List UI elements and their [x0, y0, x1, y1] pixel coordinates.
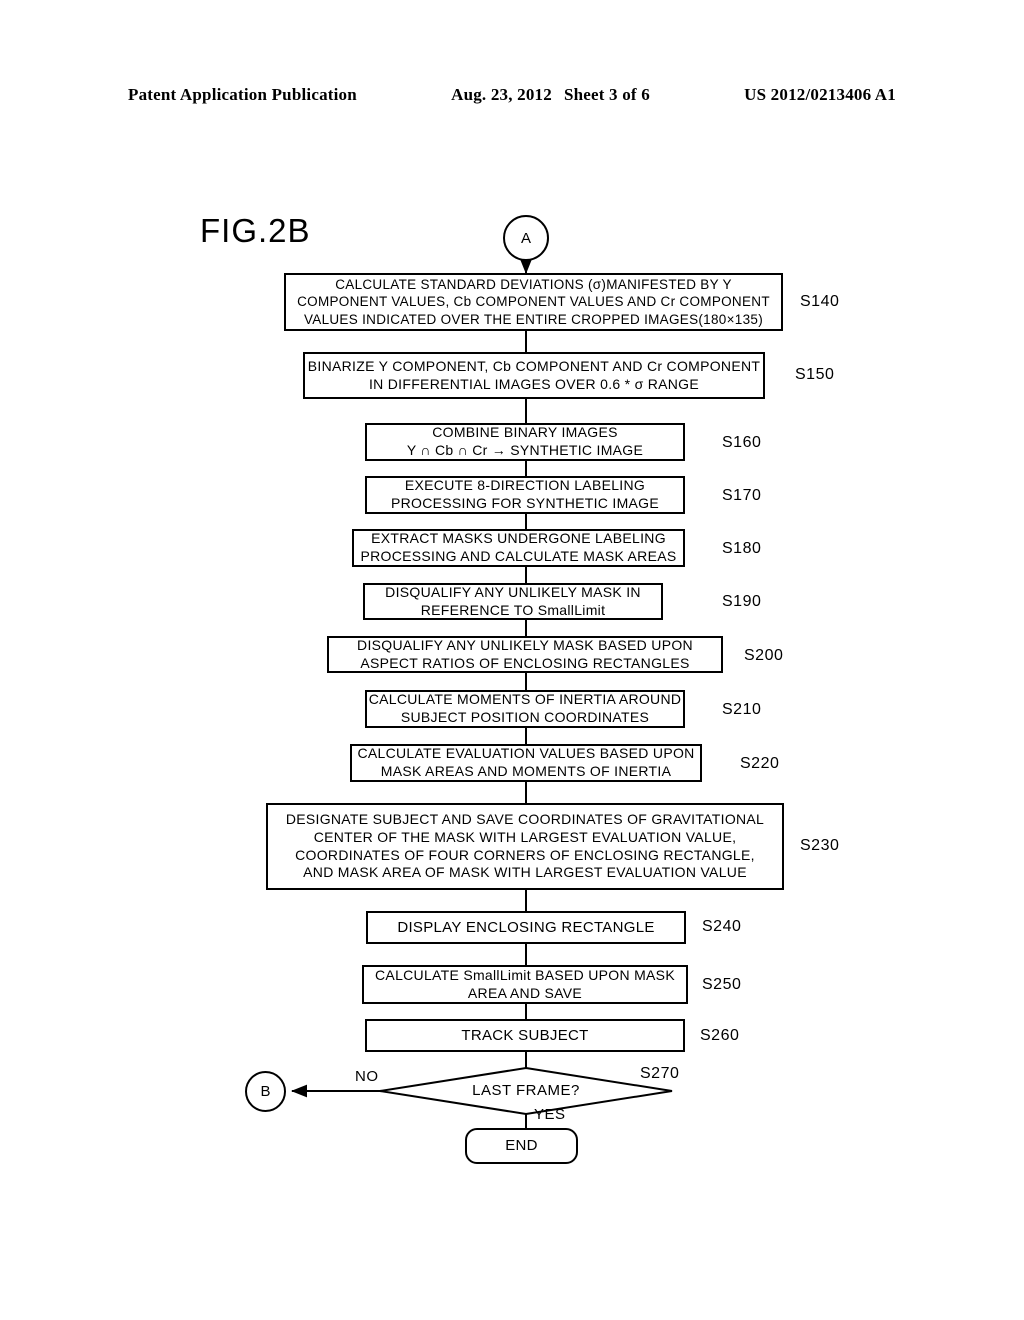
- step-label-s190-text: S190: [722, 593, 762, 610]
- process-box-s180-text: EXTRACT MASKS UNDERGONE LABELING PROCESS…: [360, 530, 677, 564]
- step-label-s190: S190: [722, 593, 761, 611]
- branch-yes-text: YES: [534, 1106, 566, 1123]
- step-label-s200-text: S200: [744, 647, 784, 664]
- step-label-s210: S210: [722, 701, 761, 719]
- process-box-s140-text: CALCULATE STANDARD DEVIATIONS (σ)MANIFES…: [297, 277, 770, 327]
- process-box-s140: CALCULATE STANDARD DEVIATIONS (σ)MANIFES…: [284, 273, 783, 331]
- publication-date: Aug. 23, 2012: [451, 85, 552, 104]
- step-label-s150: S150: [795, 366, 834, 384]
- decision-s270-label: LAST FRAME?: [466, 1082, 586, 1099]
- step-label-s170-text: S170: [722, 487, 762, 504]
- process-box-s210: CALCULATE MOMENTS OF INERTIA AROUND SUBJ…: [365, 690, 685, 728]
- patent-header: Patent Application Publication Aug. 23, …: [128, 85, 896, 105]
- process-box-s240: DISPLAY ENCLOSING RECTANGLE: [366, 911, 686, 944]
- decision-s270-text: LAST FRAME?: [472, 1082, 580, 1099]
- connector-circle-a: A: [503, 215, 549, 261]
- step-label-s230-text: S230: [800, 837, 840, 854]
- process-box-s240-text: DISPLAY ENCLOSING RECTANGLE: [397, 918, 655, 936]
- process-box-s230-text: DESIGNATE SUBJECT AND SAVE COORDINATES O…: [285, 810, 765, 881]
- step-label-s150-text: S150: [795, 366, 835, 383]
- process-box-s180: EXTRACT MASKS UNDERGONE LABELING PROCESS…: [352, 529, 685, 567]
- process-box-s150-text: BINARIZE Y COMPONENT, Cb COMPONENT AND C…: [307, 357, 761, 392]
- process-box-s250-text: CALCULATE SmallLimit BASED UPON MASK ARE…: [375, 966, 675, 1001]
- process-box-s220: CALCULATE EVALUATION VALUES BASED UPON M…: [350, 744, 702, 782]
- connector-b-label: B: [260, 1083, 271, 1100]
- terminator-end: END: [465, 1128, 578, 1164]
- connector-circle-b: B: [245, 1071, 286, 1112]
- process-box-s170: EXECUTE 8-DIRECTION LABELING PROCESSING …: [365, 476, 685, 514]
- process-box-s160-text: COMBINE BINARY IMAGES Y ∩ Cb ∩ Cr → SYNT…: [406, 424, 644, 458]
- publication-type: Patent Application Publication: [128, 85, 357, 104]
- step-label-s260: S260: [700, 1027, 739, 1045]
- process-box-s200: DISQUALIFY ANY UNLIKELY MASK BASED UPON …: [327, 636, 723, 673]
- step-label-s210-text: S210: [722, 701, 762, 718]
- step-label-s160: S160: [722, 434, 761, 452]
- process-box-s230: DESIGNATE SUBJECT AND SAVE COORDINATES O…: [266, 803, 784, 890]
- step-label-s200: S200: [744, 647, 783, 665]
- process-box-s210-text: CALCULATE MOMENTS OF INERTIA AROUND SUBJ…: [368, 691, 682, 725]
- process-box-s150: BINARIZE Y COMPONENT, Cb COMPONENT AND C…: [303, 352, 765, 399]
- step-label-s140-text: S140: [800, 293, 840, 310]
- process-box-s250: CALCULATE SmallLimit BASED UPON MASK ARE…: [362, 965, 688, 1004]
- process-box-s190-text: DISQUALIFY ANY UNLIKELY MASK IN REFERENC…: [385, 583, 641, 618]
- step-label-s270-text: S270: [640, 1065, 680, 1082]
- process-box-s200-text: DISQUALIFY ANY UNLIKELY MASK BASED UPON …: [357, 636, 693, 671]
- terminator-end-text: END: [505, 1137, 538, 1155]
- branch-label-yes: YES: [534, 1106, 566, 1123]
- branch-no-text: NO: [355, 1068, 379, 1085]
- step-label-s160-text: S160: [722, 434, 762, 451]
- step-label-s180: S180: [722, 540, 761, 558]
- branch-label-no: NO: [355, 1068, 379, 1085]
- step-label-s270: S270: [640, 1065, 679, 1083]
- step-label-s240: S240: [702, 918, 741, 936]
- step-label-s220-text: S220: [740, 755, 780, 772]
- sheet-number: Sheet 3 of 6: [563, 85, 650, 104]
- step-label-s250-text: S250: [702, 976, 742, 993]
- step-label-s240-text: S240: [702, 918, 742, 935]
- publication-number: US 2012/0213406 A1: [744, 85, 896, 104]
- step-label-s230: S230: [800, 837, 839, 855]
- process-box-s260-text: TRACK SUBJECT: [461, 1026, 589, 1044]
- process-box-s170-text: EXECUTE 8-DIRECTION LABELING PROCESSING …: [390, 477, 660, 511]
- step-label-s140: S140: [800, 293, 839, 311]
- figure-label: FIG.2B: [200, 212, 311, 249]
- step-label-s180-text: S180: [722, 540, 762, 557]
- connector-a-label: A: [520, 229, 531, 247]
- publication-date-sheet: Aug. 23, 2012 Sheet 3 of 6: [451, 85, 650, 105]
- step-label-s220: S220: [740, 755, 779, 773]
- step-label-s260-text: S260: [700, 1027, 740, 1044]
- process-box-s160: COMBINE BINARY IMAGES Y ∩ Cb ∩ Cr → SYNT…: [365, 423, 685, 461]
- step-label-s170: S170: [722, 487, 761, 505]
- process-box-s190: DISQUALIFY ANY UNLIKELY MASK IN REFERENC…: [363, 583, 663, 620]
- step-label-s250: S250: [702, 976, 741, 994]
- process-box-s260: TRACK SUBJECT: [365, 1019, 685, 1052]
- process-box-s220-text: CALCULATE EVALUATION VALUES BASED UPON M…: [357, 745, 695, 779]
